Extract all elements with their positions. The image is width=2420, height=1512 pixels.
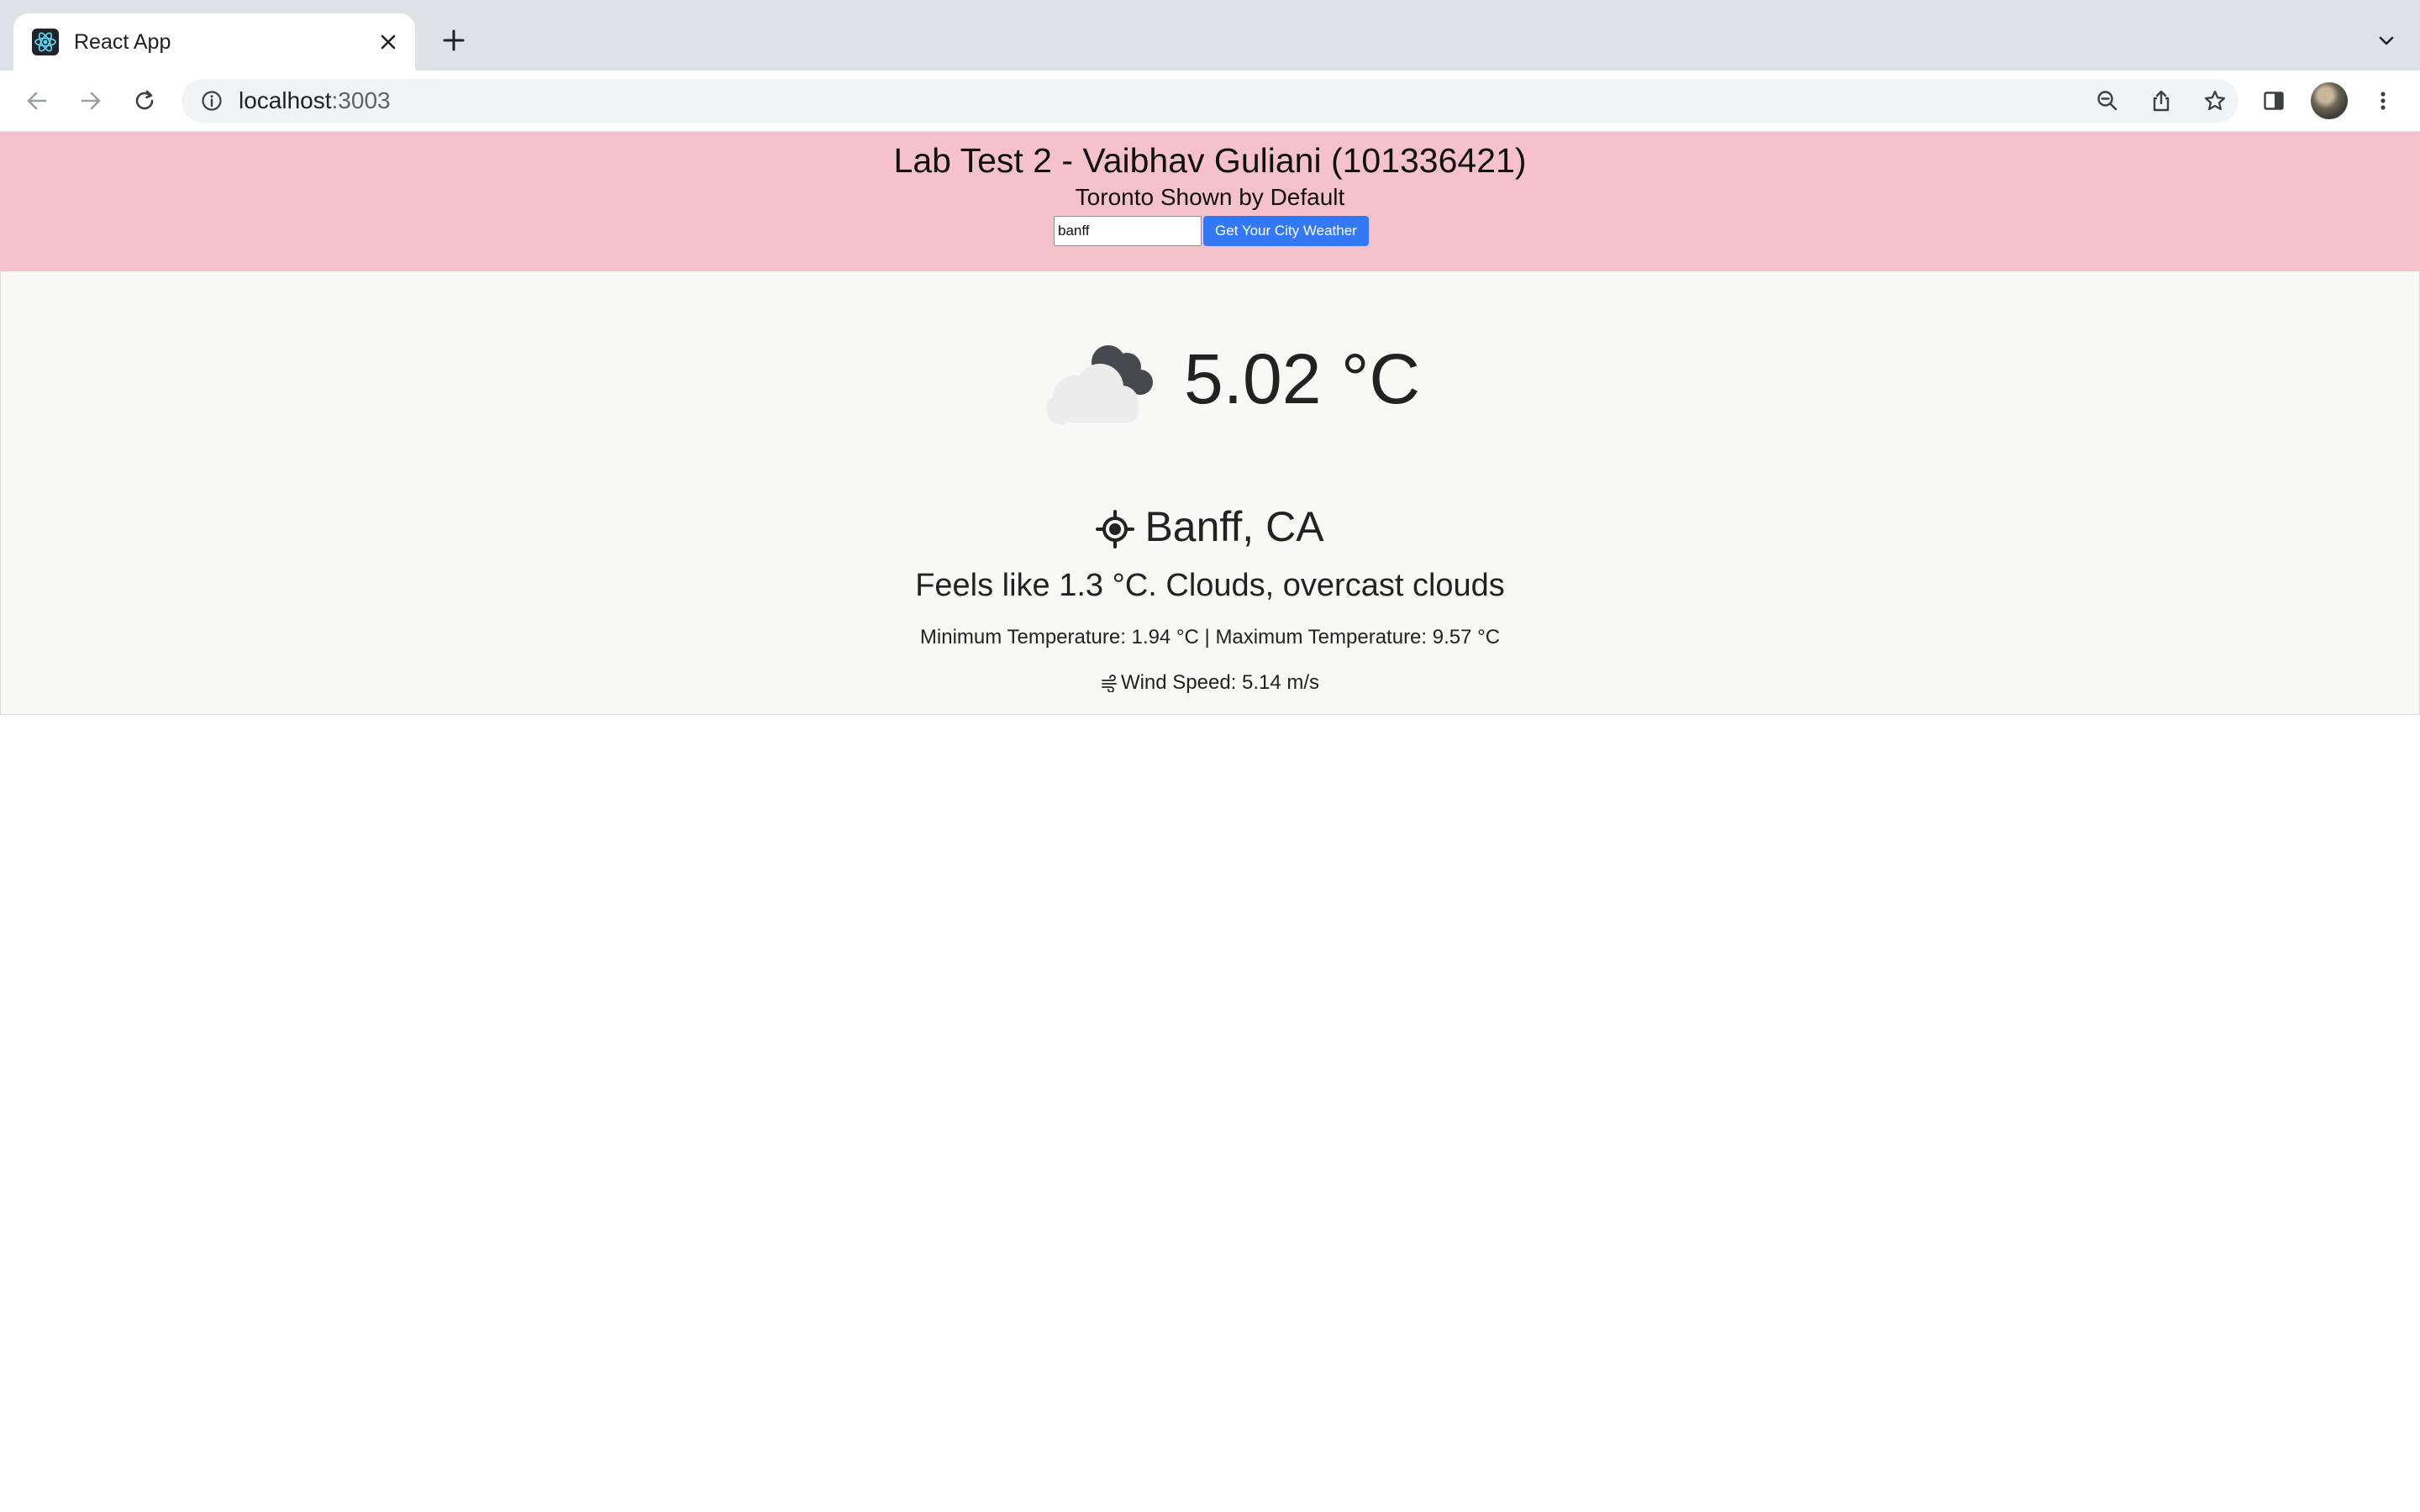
cloud-icon — [1046, 345, 1153, 424]
city-name: Banff, CA — [1144, 503, 1324, 550]
back-arrow-icon[interactable] — [18, 82, 55, 119]
zoom-out-icon[interactable] — [2094, 87, 2121, 114]
react-logo-icon — [32, 29, 59, 55]
url-text: localhost:3003 — [239, 87, 391, 113]
browser-tab-react-app[interactable]: React App — [13, 13, 415, 71]
chevron-down-icon[interactable] — [2373, 27, 2400, 54]
page-subtitle: Toronto Shown by Default — [1075, 184, 1345, 210]
city-search-form: Get Your City Weather — [1054, 216, 1369, 248]
wind-speed: Wind Speed: 5.14 m/s — [1120, 671, 1320, 694]
wind-icon — [1102, 675, 1117, 692]
site-info-icon[interactable] — [198, 87, 225, 114]
page-title: Lab Test 2 - Vaibhav Guliani (101336421) — [893, 141, 1527, 180]
weather-card: 5.02 °C Banff, CA Feels like 1.3 °C. Clo… — [0, 271, 2420, 715]
side-panel-icon[interactable] — [2260, 87, 2287, 114]
get-weather-button[interactable]: Get Your City Weather — [1203, 216, 1369, 246]
city-search-input[interactable] — [1054, 216, 1202, 246]
browser-toolbar: localhost:3003 — [0, 71, 2420, 132]
app-header: Lab Test 2 - Vaibhav Guliani (101336421)… — [0, 132, 2420, 271]
page-content: Lab Test 2 - Vaibhav Guliani (101336421)… — [0, 132, 2420, 1512]
forward-arrow-icon[interactable] — [72, 82, 109, 119]
min-max-temperature: Minimum Temperature: 1.94 °C | Maximum T… — [919, 626, 1501, 648]
location-crosshair-icon — [1096, 510, 1135, 549]
reload-icon[interactable] — [126, 82, 163, 119]
new-tab-plus-icon[interactable] — [439, 25, 469, 55]
address-bar[interactable]: localhost:3003 — [182, 79, 2238, 123]
tab-title: React App — [74, 30, 171, 54]
wind-row: Wind Speed: 5.14 m/s — [1, 669, 2419, 696]
close-tab-icon[interactable] — [375, 29, 402, 55]
bookmark-star-icon[interactable] — [2202, 87, 2228, 114]
browser-tabstrip: React App — [0, 0, 2420, 71]
location-row: Banff, CA — [1, 501, 2419, 552]
feels-like-description: Feels like 1.3 °C. Clouds, overcast clou… — [915, 568, 1505, 603]
temperature-value: 5.02 °C — [1184, 339, 1421, 418]
share-icon[interactable] — [2148, 87, 2175, 114]
profile-avatar[interactable] — [2311, 82, 2348, 119]
kebab-menu-icon[interactable] — [2370, 87, 2396, 114]
